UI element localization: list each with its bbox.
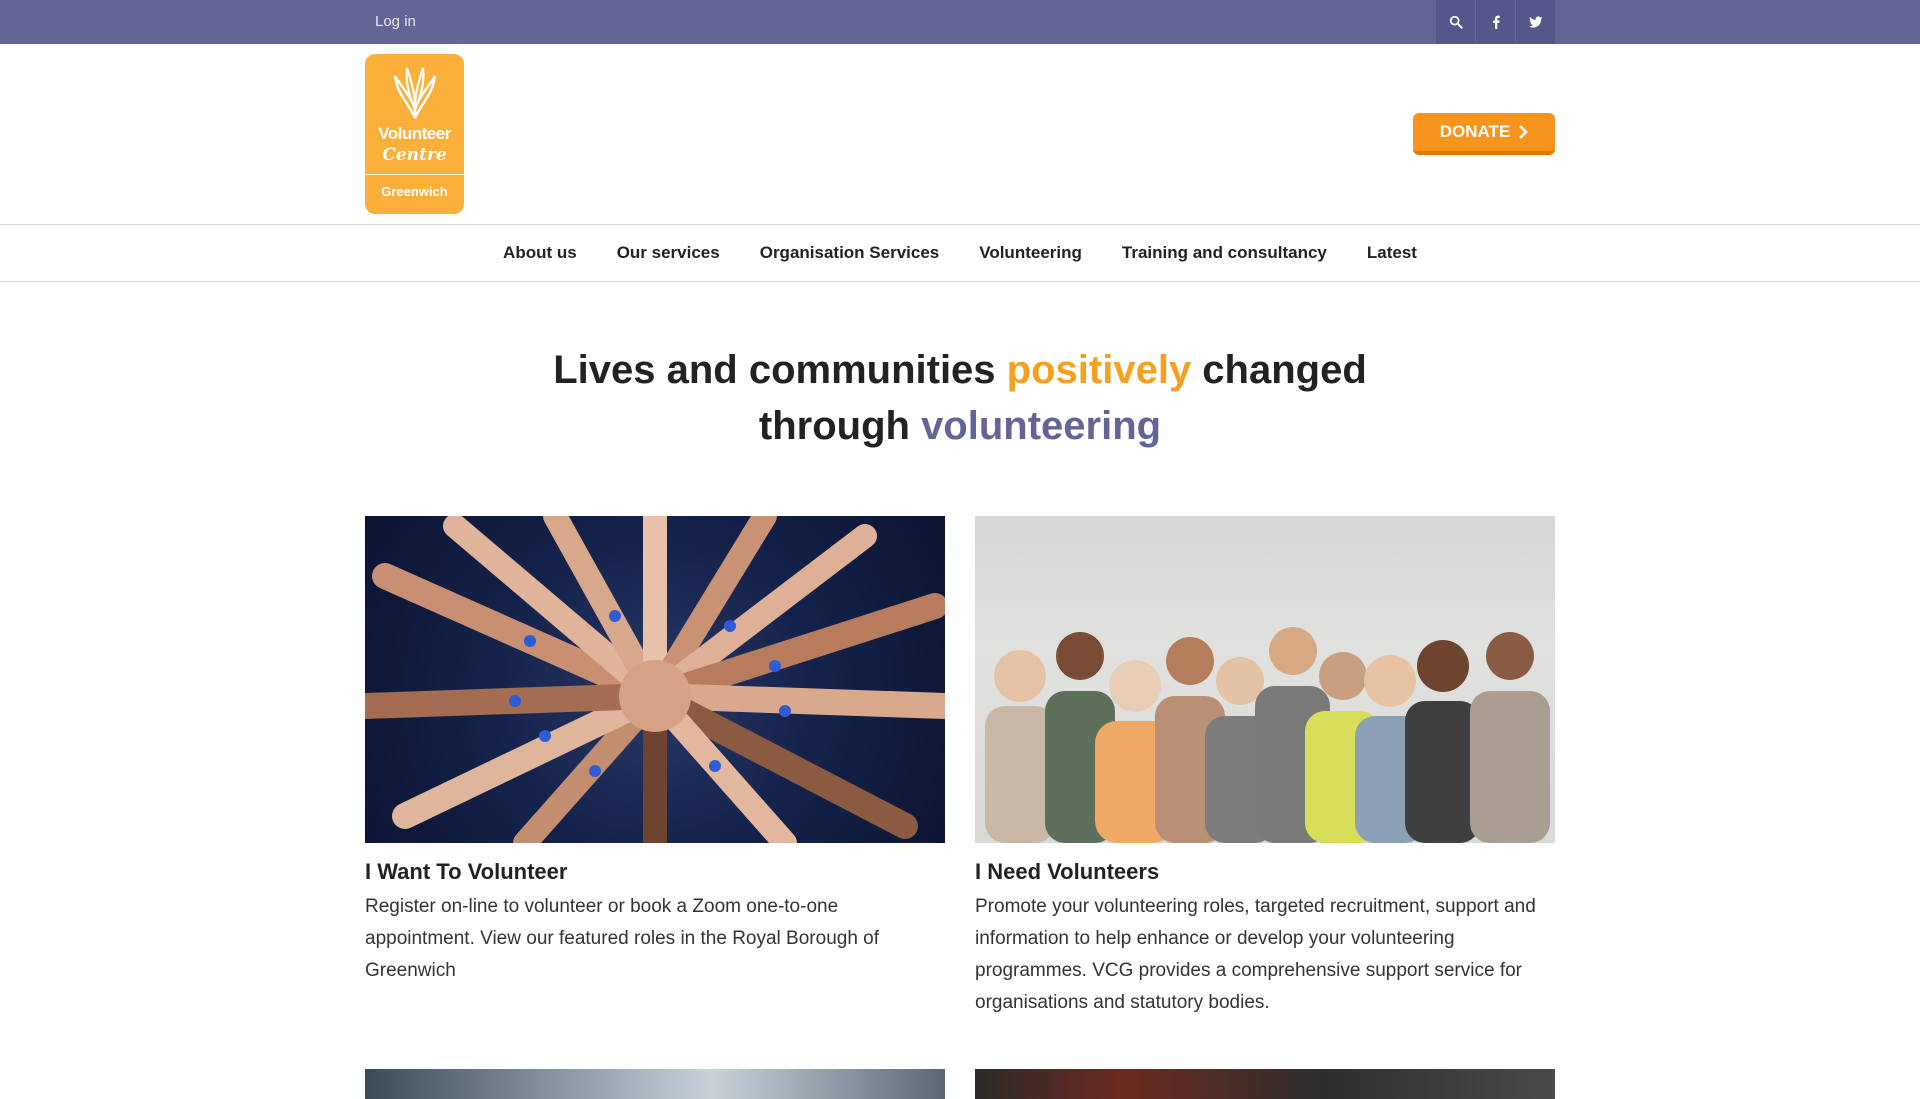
chevron-right-icon — [1519, 125, 1529, 139]
people-illustration — [985, 627, 1550, 843]
hands-illustration — [365, 516, 945, 843]
nav-item-organisation-services[interactable]: Organisation Services — [760, 243, 940, 263]
search-icon — [1449, 15, 1463, 29]
facebook-button[interactable] — [1476, 0, 1515, 44]
donate-label: DONATE — [1439, 122, 1511, 141]
group-of-people-image[interactable] — [975, 516, 1555, 843]
card-title[interactable]: I Need Volunteers — [975, 859, 1555, 885]
nav-item-volunteering[interactable]: Volunteering — [979, 243, 1082, 263]
card-want-to-volunteer[interactable]: I Want To Volunteer Register on-line to … — [365, 516, 945, 1019]
top-bar: Log in — [0, 0, 1920, 44]
nav-item-training[interactable]: Training and consultancy — [1122, 243, 1327, 263]
hero-line-1: Lives and communities positively changed — [0, 342, 1920, 398]
hero-text-part1: Lives and communities — [553, 348, 1007, 392]
nav-item-about-us[interactable]: About us — [503, 243, 577, 263]
hero-highlight-volunteering: volunteering — [921, 404, 1162, 448]
social-links — [1435, 0, 1555, 44]
card-image-partial[interactable] — [365, 1069, 945, 1099]
login-link[interactable]: Log in — [375, 13, 416, 30]
feature-cards: I Want To Volunteer Register on-line to … — [365, 516, 1555, 1019]
hero-text-part2: changed — [1191, 348, 1367, 392]
nav-item-latest[interactable]: Latest — [1367, 243, 1417, 263]
main-nav: About us Our services Organisation Servi… — [0, 225, 1920, 282]
hero-text-part3: through — [758, 404, 922, 448]
card-image-partial[interactable] — [975, 1069, 1555, 1099]
logo-text-centre: Centre — [382, 145, 447, 165]
logo-divider — [365, 174, 464, 175]
card-description: Promote your volunteering roles, targete… — [975, 896, 1536, 1013]
twitter-icon — [1528, 16, 1543, 28]
wings-logo-icon — [393, 67, 437, 119]
logo-text-volunteer: Volunteer — [378, 124, 451, 143]
card-need-volunteers[interactable]: I Need Volunteers Promote your volunteer… — [975, 516, 1555, 1019]
card-description: Register on-line to volunteer or book a … — [365, 896, 880, 981]
hero-highlight-positively: positively — [1006, 348, 1192, 392]
site-header: Volunteer Centre Greenwich DONATE — [0, 44, 1920, 225]
search-button[interactable] — [1436, 0, 1475, 44]
hero-line-2: through volunteering — [0, 398, 1920, 454]
facebook-icon — [1492, 15, 1500, 29]
volunteer-centre-logo[interactable]: Volunteer Centre Greenwich — [365, 54, 464, 214]
logo-text-greenwich: Greenwich — [381, 184, 448, 199]
hero-heading: Lives and communities positively changed… — [0, 342, 1920, 454]
card-title[interactable]: I Want To Volunteer — [365, 859, 945, 885]
hands-together-image[interactable] — [365, 516, 945, 843]
twitter-button[interactable] — [1516, 0, 1555, 44]
nav-item-our-services[interactable]: Our services — [617, 243, 720, 263]
next-cards-row — [365, 1069, 1555, 1099]
donate-button[interactable]: DONATE — [1413, 113, 1555, 155]
